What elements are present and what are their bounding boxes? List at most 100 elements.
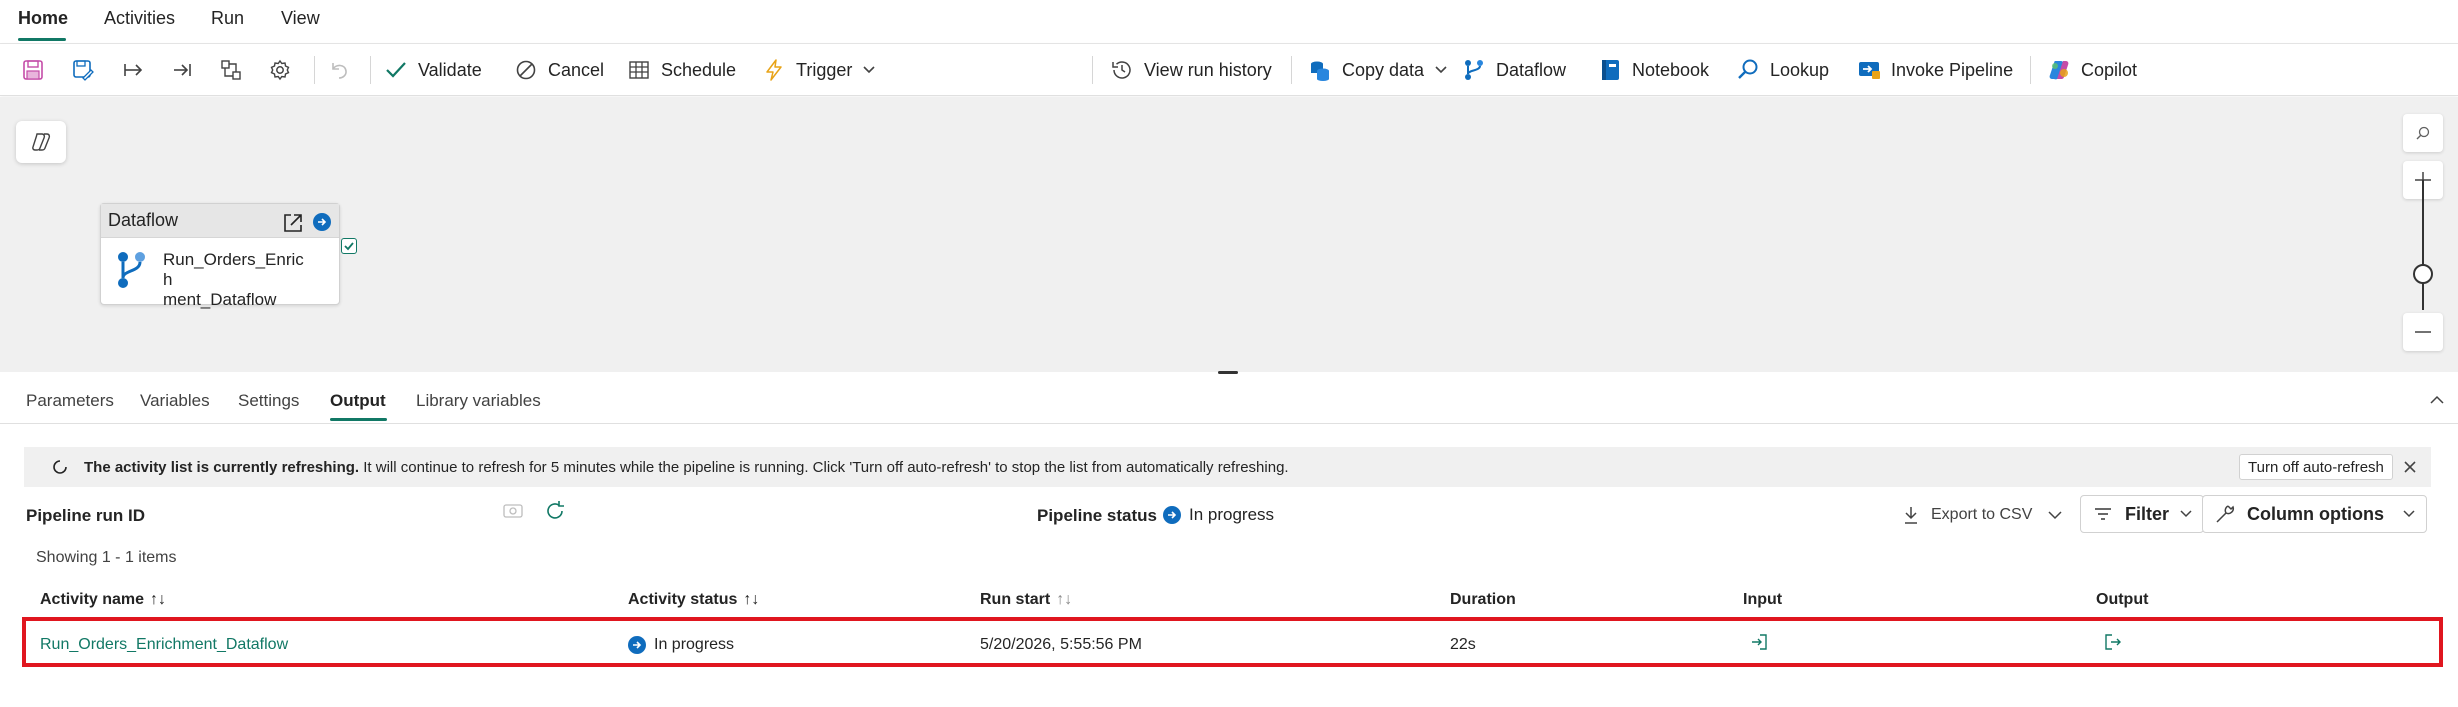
tab-settings[interactable]: Settings [238,391,299,411]
activity-name-link[interactable]: Run_Orders_Enrichment_Dataflow [40,636,288,654]
trigger-button[interactable]: Trigger [762,54,876,86]
pipeline-status-value: In progress [1163,505,1274,525]
tab-library-variables[interactable]: Library variables [416,391,541,411]
header-label: Activity name [40,591,145,608]
filter-label: Filter [2125,503,2170,524]
schedule-button[interactable]: Schedule [627,54,736,86]
notebook-button[interactable]: Notebook [1598,54,1709,86]
tab-variables[interactable]: Variables [140,391,210,411]
view-run-history-button[interactable]: View run history [1110,54,1272,86]
dataflow-icon [1462,58,1486,82]
column-header-activity-status[interactable]: Activity status ↑↓ [628,591,759,609]
settings-gear-icon[interactable] [267,57,293,83]
run-to-end-icon[interactable] [169,57,195,83]
run-start-value: 5/20/2026, 5:55:56 PM [980,636,1142,653]
chevron-up-icon[interactable] [2425,388,2449,412]
cancel-label: Cancel [548,59,605,80]
menu-tab-run[interactable]: Run [211,8,244,29]
pipeline-run-id-label: Pipeline run ID [26,506,146,525]
turn-off-auto-refresh-button[interactable]: Turn off auto-refresh [2239,454,2393,480]
chevron-down-icon [1434,58,1448,82]
properties-panel: Parameters Variables Settings Output Lib… [0,374,2458,707]
validate-button[interactable]: Validate [384,54,482,86]
cancel-button[interactable]: Cancel [514,54,604,86]
copy-run-id-icon[interactable] [502,502,524,520]
node-success-connector[interactable] [341,238,357,254]
menu-tab-home[interactable]: Home [18,8,68,29]
refresh-icon[interactable] [544,500,566,522]
invoke-pipeline-button[interactable]: Invoke Pipeline [1857,54,2013,86]
sort-icon: ↑↓ [150,591,167,608]
node-name-line2: ment_Dataflow [163,290,277,309]
column-header-run-start[interactable]: Run start ↑↓ [980,591,1072,609]
notebook-label: Notebook [1632,59,1710,80]
notebook-icon [1598,58,1622,82]
run-step-icon[interactable] [120,57,146,83]
save-icon[interactable] [20,57,46,83]
column-options-button[interactable]: Column options [2202,495,2427,533]
table-row[interactable] [22,617,2443,667]
calendar-grid-icon [627,58,651,82]
menu-tab-view[interactable]: View [281,8,320,29]
copilot-label: Copilot [2081,59,2138,80]
copilot-canvas-button[interactable] [16,121,66,163]
undo-icon[interactable] [326,57,352,83]
checkmark-icon [384,58,408,82]
close-icon[interactable] [2398,455,2422,479]
node-activity-name: Run_Orders_Enrich ment_Dataflow [163,250,313,310]
export-csv-button[interactable]: Export to CSV [1899,503,2032,527]
filter-icon [2091,502,2115,526]
copy-data-button[interactable]: Copy data [1308,54,1448,86]
pipeline-status-label: Pipeline status [1037,506,1157,525]
sort-icon: ↑↓ [743,591,760,608]
view-run-history-label: View run history [1144,59,1272,80]
copilot-icon [2047,58,2071,82]
column-header-activity-name[interactable]: Activity name ↑↓ [40,591,166,609]
dataflow-button[interactable]: Dataflow [1462,54,1566,86]
search-icon[interactable] [2403,114,2443,152]
header-label: Run start [980,591,1051,608]
showing-items-count: Showing 1 - 1 items [36,549,177,566]
refresh-info-banner: The activity list is currently refreshin… [24,447,2431,487]
zoom-slider-thumb[interactable] [2413,264,2433,284]
in-progress-icon [1163,506,1181,524]
in-progress-icon [313,213,331,231]
copilot-button[interactable]: Copilot [2047,54,2137,86]
tab-parameters[interactable]: Parameters [26,391,114,411]
lookup-button[interactable]: Lookup [1736,54,1829,86]
chevron-down-icon [2402,502,2416,526]
refresh-spinner-icon [48,455,72,479]
menu-tab-activities[interactable]: Activities [104,8,175,29]
invoke-pipeline-label: Invoke Pipeline [1891,59,2014,80]
banner-message: The activity list is currently refreshin… [84,459,1289,476]
output-icon[interactable] [2104,633,2122,651]
chevron-down-icon [2043,503,2067,527]
download-icon [1899,503,1923,527]
activity-status: In progress [628,636,734,654]
input-icon[interactable] [1750,633,1768,651]
zoom-out-icon[interactable] [2403,313,2443,351]
external-link-icon[interactable] [281,211,305,235]
validate-label: Validate [418,59,482,80]
active-tab-underline [18,38,66,41]
filter-button[interactable]: Filter [2080,495,2205,533]
trigger-label: Trigger [796,59,853,80]
toolbar-divider [1291,56,1292,84]
auto-layout-icon[interactable] [218,57,244,83]
save-as-icon[interactable] [70,57,96,83]
dataflow-icon [115,250,147,290]
banner-bold-text: The activity list is currently refreshin… [84,458,360,476]
header-label: Activity status [628,591,738,608]
zoom-controls [2403,114,2443,364]
zoom-slider-track[interactable] [2422,180,2424,310]
export-csv-label: Export to CSV [1931,506,2033,523]
dataflow-activity-node[interactable]: Dataflow Run_Orders_Enrich ment_Dataflow [100,203,340,309]
toolbar: Validate Cancel Schedule Trigger View ru… [0,44,2458,96]
sort-icon: ↑↓ [1056,591,1073,608]
in-progress-icon [628,636,646,654]
banner-detail-text: It will continue to refresh for 5 minute… [359,458,1289,476]
pipeline-canvas[interactable]: Dataflow Run_Orders_Enrich ment_Dataflow [0,97,2458,372]
toolbar-divider [314,56,315,84]
export-options-dropdown[interactable] [2043,503,2067,527]
tab-output[interactable]: Output [330,391,386,411]
